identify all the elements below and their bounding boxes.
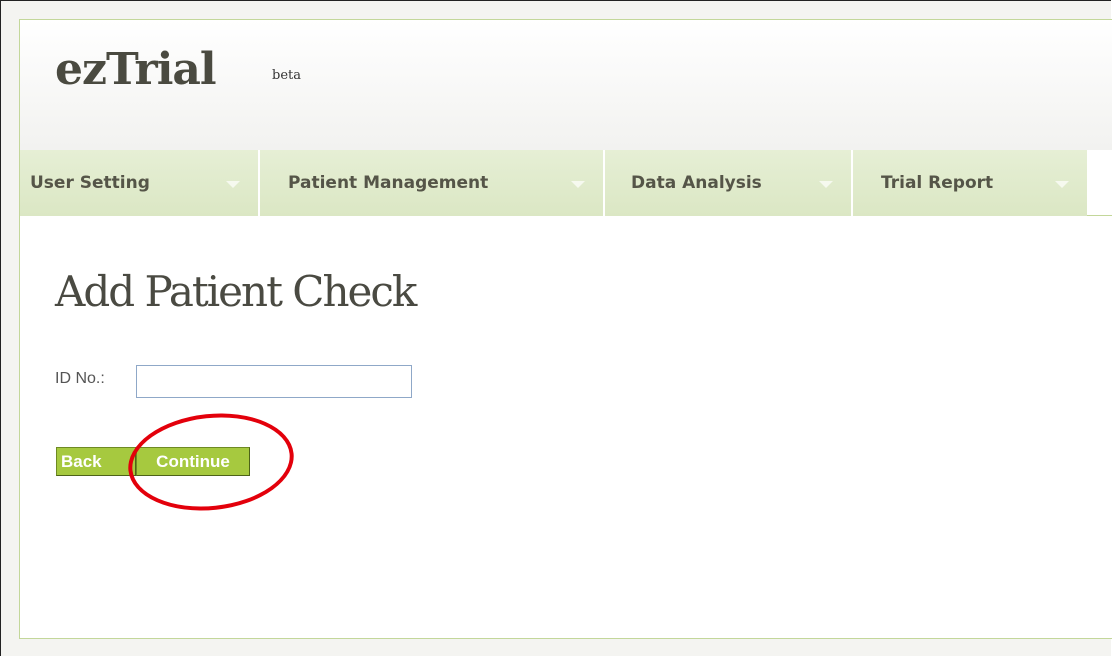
chevron-down-icon xyxy=(571,181,585,188)
chevron-down-icon xyxy=(819,181,833,188)
tab-user-setting[interactable]: User Setting xyxy=(20,150,260,216)
page-title: Add Patient Check xyxy=(55,267,417,316)
beta-badge: beta xyxy=(272,68,301,83)
back-button[interactable]: Back xyxy=(56,447,136,476)
tab-label: Patient Management xyxy=(288,173,489,193)
browser-viewport: ezTrial beta User Setting Patient Manage… xyxy=(0,0,1112,656)
tab-data-analysis[interactable]: Data Analysis xyxy=(605,150,853,216)
tab-label: Data Analysis xyxy=(631,173,762,193)
continue-button[interactable]: Continue xyxy=(136,447,250,476)
chevron-down-icon xyxy=(226,181,240,188)
tab-trial-report[interactable]: Trial Report xyxy=(853,150,1087,216)
header: ezTrial beta xyxy=(20,20,1112,150)
chevron-down-icon xyxy=(1055,181,1069,188)
tab-patient-management[interactable]: Patient Management xyxy=(260,150,605,216)
tab-label: Trial Report xyxy=(881,173,994,193)
main-nav: User Setting Patient Management Data Ana… xyxy=(20,150,1112,216)
id-label: ID No.: xyxy=(55,370,105,387)
tab-label: User Setting xyxy=(30,173,150,193)
app-container: ezTrial beta User Setting Patient Manage… xyxy=(19,19,1112,639)
id-number-input[interactable] xyxy=(136,365,412,398)
logo[interactable]: ezTrial xyxy=(55,44,217,95)
